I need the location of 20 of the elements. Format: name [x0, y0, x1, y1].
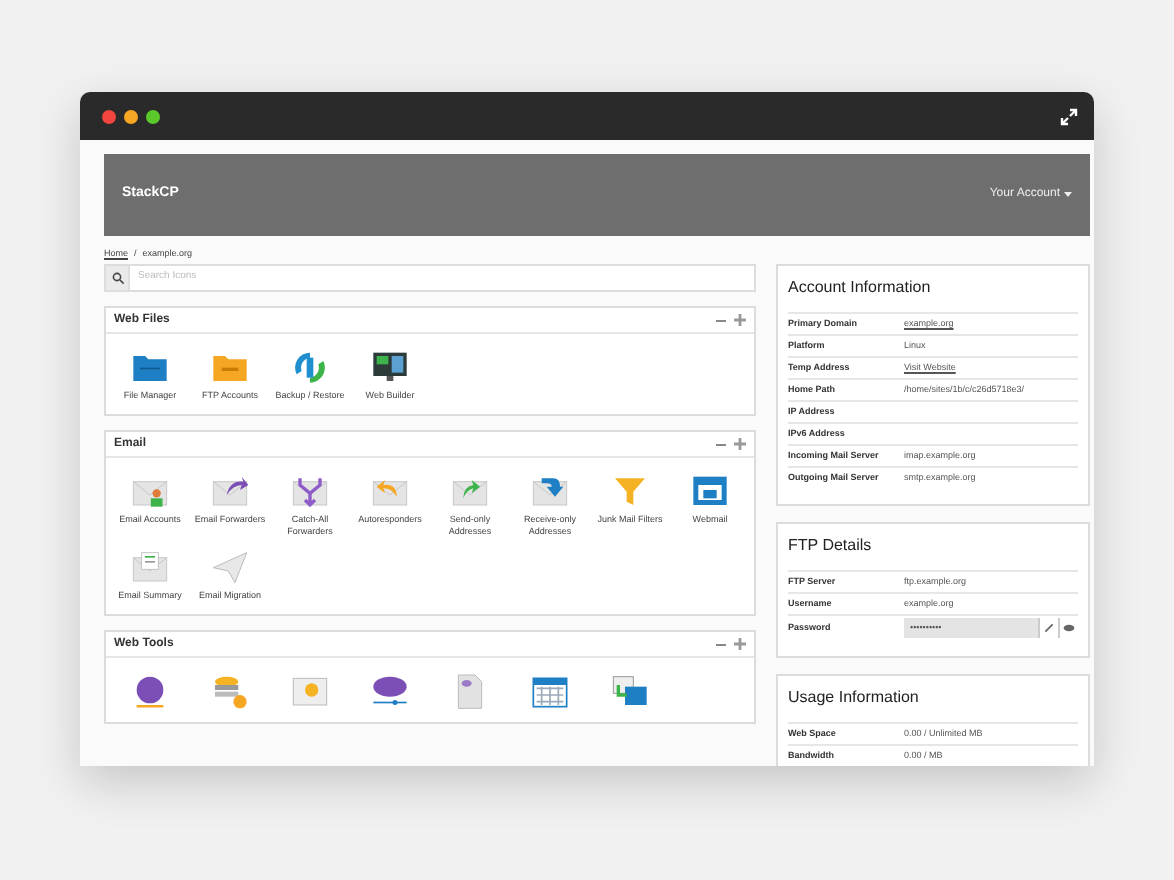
card-title: Account Information: [788, 276, 933, 300]
close-icon[interactable]: [102, 109, 116, 123]
search-button[interactable]: [104, 264, 130, 292]
expand-icon[interactable]: [1060, 107, 1078, 125]
caret-icon: [1064, 192, 1072, 198]
card-title: Usage Information: [788, 686, 921, 710]
maximize-icon[interactable]: [146, 109, 160, 123]
windows-arrow-icon: [610, 670, 650, 710]
envelope-list-icon: [130, 546, 170, 586]
minimize-icon[interactable]: [124, 109, 138, 123]
card-title: FTP Details: [788, 534, 874, 558]
move-icon[interactable]: [734, 638, 746, 650]
search-icon: [111, 272, 123, 284]
move-icon[interactable]: [734, 314, 746, 326]
minimize-icon[interactable]: [716, 441, 726, 447]
paper-plane-icon: [210, 546, 250, 586]
minimize-icon[interactable]: [716, 641, 726, 647]
pencil-icon[interactable]: [1038, 618, 1058, 638]
minimize-icon[interactable]: [716, 317, 726, 323]
move-icon[interactable]: [734, 438, 746, 450]
